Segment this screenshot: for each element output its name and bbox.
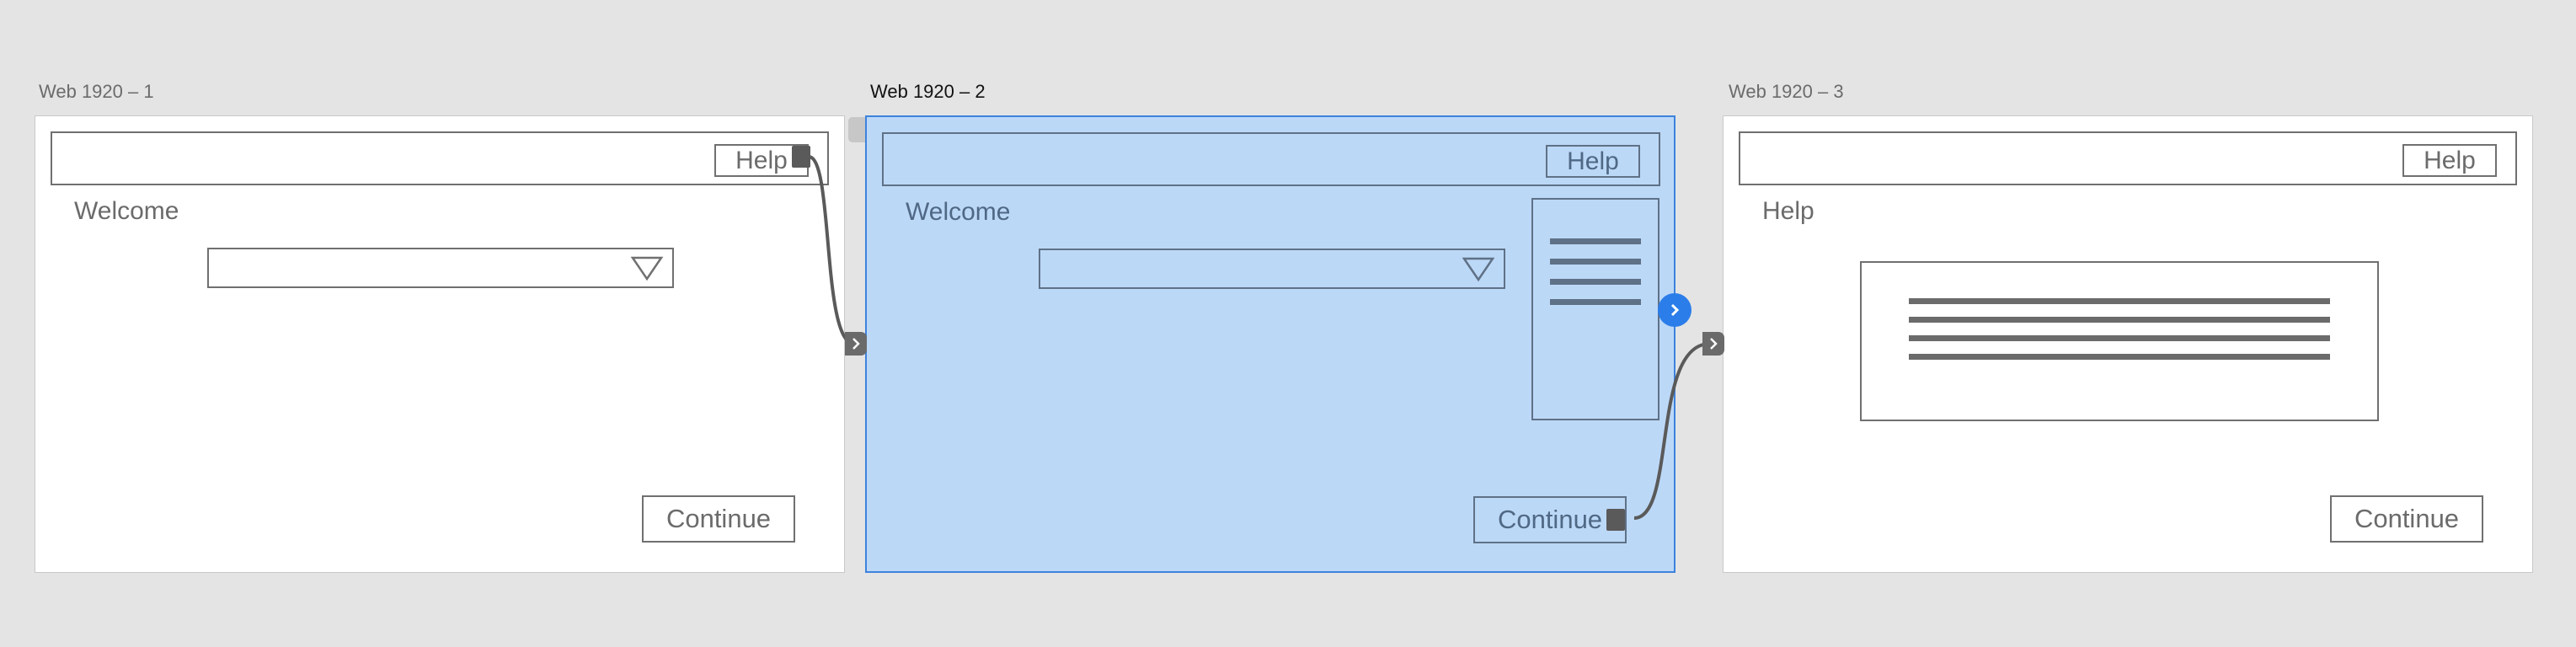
chevron-right-icon <box>852 338 860 350</box>
welcome-heading: Welcome <box>906 198 1011 226</box>
continue-button[interactable]: Continue <box>2330 495 2483 543</box>
help-content-panel <box>1860 261 2379 421</box>
dropdown-triangle-icon <box>1462 257 1495 282</box>
welcome-heading: Welcome <box>74 197 179 225</box>
help-button[interactable]: Help <box>2402 144 2497 177</box>
connector-tab-artboard-1[interactable] <box>845 332 867 356</box>
hamburger-lines-icon <box>1550 238 1641 306</box>
link-handle-continue[interactable] <box>1606 509 1625 531</box>
artboard-label-3[interactable]: Web 1920 – 3 <box>1729 81 1844 103</box>
chevron-right-icon <box>1670 303 1680 317</box>
header-bar <box>882 132 1660 186</box>
dropdown-triangle-icon <box>630 256 664 281</box>
side-menu-panel <box>1531 198 1659 420</box>
artboard-1[interactable]: Help Welcome Continue <box>35 115 845 573</box>
help-button[interactable]: Help <box>1546 145 1640 178</box>
artboard-3[interactable]: Help Help Continue <box>1723 115 2533 573</box>
continue-button[interactable]: Continue <box>642 495 795 543</box>
continue-button[interactable]: Continue <box>1473 496 1627 543</box>
dropdown-select[interactable] <box>1039 249 1505 289</box>
help-heading: Help <box>1762 197 1814 225</box>
link-handle-help[interactable] <box>792 146 810 168</box>
scroll-thumb[interactable] <box>848 117 865 142</box>
artboard-label-2[interactable]: Web 1920 – 2 <box>870 81 986 103</box>
dropdown-select[interactable] <box>207 248 674 288</box>
artboard-2[interactable]: Help Welcome Continue <box>848 115 1675 573</box>
artboard-label-1[interactable]: Web 1920 – 1 <box>39 81 154 103</box>
text-lines-icon <box>1909 298 2330 366</box>
add-link-badge[interactable] <box>1658 293 1692 327</box>
header-bar <box>1739 131 2517 185</box>
header-bar <box>51 131 829 185</box>
chevron-right-icon <box>1710 338 1718 350</box>
connector-tab-artboard-3[interactable] <box>1702 332 1724 356</box>
